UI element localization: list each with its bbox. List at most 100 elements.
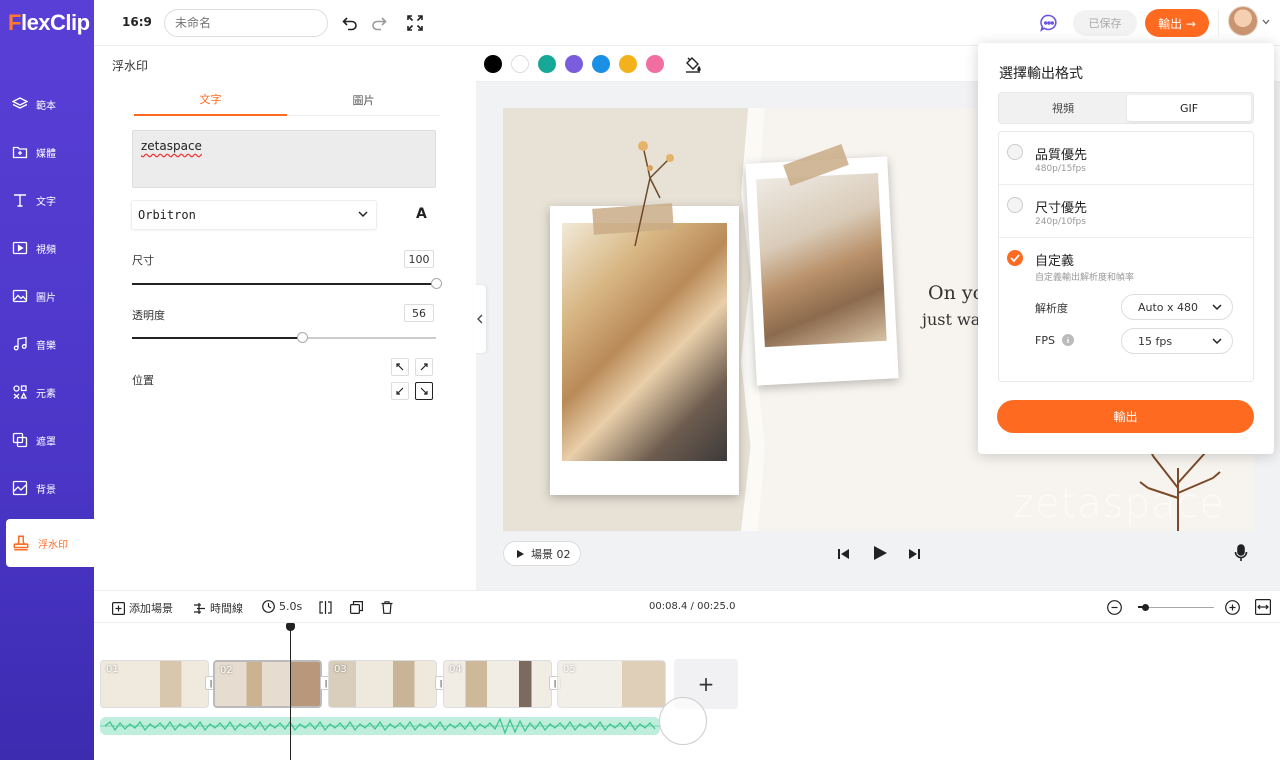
aspect-ratio-selector[interactable]: 16:9	[122, 15, 152, 29]
project-title-input[interactable]	[164, 9, 328, 37]
sidebar-item-templates[interactable]: 範本	[0, 80, 94, 128]
radio-custom[interactable]	[1007, 250, 1023, 266]
chevron-down-icon	[1212, 304, 1222, 311]
color-swatch-purple[interactable]	[565, 55, 583, 73]
fit-timeline-icon[interactable]	[1255, 599, 1271, 615]
font-color-button[interactable]: A	[416, 206, 427, 224]
dried-flower-decoration	[634, 141, 674, 247]
text-icon	[14, 194, 26, 207]
sidebar-item-overlay[interactable]: 遮罩	[0, 416, 94, 464]
add-scene-button[interactable]: 添加場景	[112, 600, 173, 616]
tab-image[interactable]: 圖片	[287, 84, 440, 116]
color-swatch-blue[interactable]	[592, 55, 610, 73]
paint-bucket-icon[interactable]	[684, 55, 702, 73]
scene-clip-02[interactable]: 02	[213, 660, 322, 708]
color-swatch-yellow[interactable]	[619, 55, 637, 73]
option-quality-first[interactable]: 品質優先 480p/15fps	[999, 132, 1253, 185]
layers-icon	[12, 97, 28, 109]
tab-text[interactable]: 文字	[134, 84, 287, 116]
position-top-right[interactable]	[415, 358, 433, 376]
color-swatch-white[interactable]	[511, 55, 529, 73]
sidebar-item-media[interactable]: 媒體	[0, 128, 94, 176]
radio-size-first[interactable]	[1007, 197, 1023, 213]
check-icon	[1010, 254, 1020, 263]
timeline-mode-button[interactable]: 時間線	[193, 600, 243, 616]
timeline: 01 ǀ 02 ǀ 03 ǀ 04 ǀ 05 +	[94, 623, 1280, 760]
panel-title: 浮水印	[112, 59, 149, 73]
sidebar-item-images[interactable]: 圖片	[0, 272, 94, 320]
font-select[interactable]: Orbitron	[132, 201, 376, 229]
previous-icon[interactable]	[837, 547, 851, 561]
duplicate-icon[interactable]	[350, 601, 363, 614]
redo-icon[interactable]	[370, 14, 388, 32]
zoom-in-icon[interactable]	[1225, 600, 1240, 615]
panel-collapse-handle[interactable]	[474, 285, 486, 353]
fps-select[interactable]: 15 fps	[1121, 328, 1233, 354]
chat-icon[interactable]	[1039, 13, 1059, 33]
position-bottom-left[interactable]	[391, 382, 409, 400]
option-custom[interactable]: 自定義 自定義輸出解析度和幀率 解析度 Auto x 480 FPS 15 fp…	[999, 238, 1253, 382]
zoom-slider-thumb[interactable]	[1142, 604, 1149, 611]
scene-clip-03[interactable]: 03	[328, 660, 437, 708]
photo-family	[756, 172, 887, 348]
undo-icon[interactable]	[341, 14, 359, 32]
radio-quality-first[interactable]	[1007, 144, 1023, 160]
quality-options: 品質優先 480p/15fps 尺寸優先 240p/10fps 自定義 自定義輸…	[998, 131, 1254, 382]
sidebar-item-watermark[interactable]: 浮水印	[6, 519, 94, 567]
user-avatar[interactable]	[1228, 6, 1258, 36]
opacity-value[interactable]: 56	[404, 304, 434, 322]
sidebar-item-music[interactable]: 音樂	[0, 320, 94, 368]
sidebar-item-video[interactable]: 視頻	[0, 224, 94, 272]
opacity-slider-thumb[interactable]	[297, 332, 309, 343]
scene-clip-01[interactable]: 01	[100, 660, 209, 708]
canvas-text-line1: On yo	[928, 282, 985, 304]
watermark-preview[interactable]: zetaspace	[1013, 481, 1225, 527]
sidebar-item-text[interactable]: 文字	[0, 176, 94, 224]
scene-clip-04[interactable]: 04	[443, 660, 552, 708]
size-slider[interactable]	[132, 278, 442, 289]
media-folder-icon	[12, 146, 28, 159]
resolution-select[interactable]: Auto x 480	[1121, 294, 1233, 320]
color-swatch-black[interactable]	[484, 55, 502, 73]
audio-track[interactable]	[100, 717, 660, 735]
duration-button[interactable]: 5.0s	[262, 600, 302, 613]
scene-play-button[interactable]: 場景 02	[503, 541, 581, 566]
format-tab-video[interactable]: 視頻	[1001, 95, 1125, 121]
chevron-down-icon[interactable]	[1262, 19, 1270, 25]
playhead-handle[interactable]	[286, 623, 295, 631]
option-size-first[interactable]: 尺寸優先 240p/10fps	[999, 185, 1253, 238]
popup-export-button[interactable]: 輸出	[997, 400, 1254, 433]
popup-title: 選擇輸出格式	[999, 66, 1083, 82]
split-icon[interactable]	[319, 601, 332, 614]
timeline-icon	[194, 602, 205, 614]
color-swatch-teal[interactable]	[538, 55, 556, 73]
size-label: 尺寸	[132, 254, 154, 267]
export-button[interactable]: 輸出 →	[1145, 9, 1209, 37]
watermark-panel: 浮水印 文字 圖片 zetaspace Orbitron A 尺寸 100 透明…	[94, 46, 486, 590]
play-icon[interactable]	[872, 545, 888, 561]
color-swatch-pink[interactable]	[646, 55, 664, 73]
position-top-left[interactable]	[391, 358, 409, 376]
image-icon	[12, 289, 28, 303]
size-value[interactable]: 100	[404, 250, 434, 268]
fullscreen-icon[interactable]	[406, 14, 424, 32]
app-logo[interactable]: FlexClip	[8, 10, 90, 36]
next-icon[interactable]	[907, 547, 921, 561]
microphone-icon[interactable]	[1234, 544, 1248, 562]
zoom-out-icon[interactable]	[1107, 600, 1122, 615]
format-tab-gif[interactable]: GIF	[1127, 95, 1251, 121]
info-icon[interactable]	[1062, 334, 1075, 346]
position-bottom-right[interactable]	[415, 382, 433, 400]
timecode: 00:08.4 / 00:25.0	[649, 601, 736, 612]
audio-handle[interactable]	[659, 697, 707, 745]
sidebar-item-elements[interactable]: 元素	[0, 368, 94, 416]
opacity-slider[interactable]	[132, 332, 436, 343]
size-slider-thumb[interactable]	[431, 278, 442, 289]
watermark-text-input[interactable]: zetaspace	[132, 130, 436, 188]
trash-icon[interactable]	[381, 601, 393, 614]
scene-clip-05[interactable]: 05	[557, 660, 666, 708]
sidebar-item-background[interactable]: 背景	[0, 464, 94, 512]
sidebar: FlexClip 範本 媒體 文字 視頻 圖片 音樂 元素 遮罩 背景 浮水印	[0, 0, 94, 760]
arrow-bottom-left-icon	[396, 387, 404, 395]
zoom-slider[interactable]	[1138, 607, 1214, 608]
